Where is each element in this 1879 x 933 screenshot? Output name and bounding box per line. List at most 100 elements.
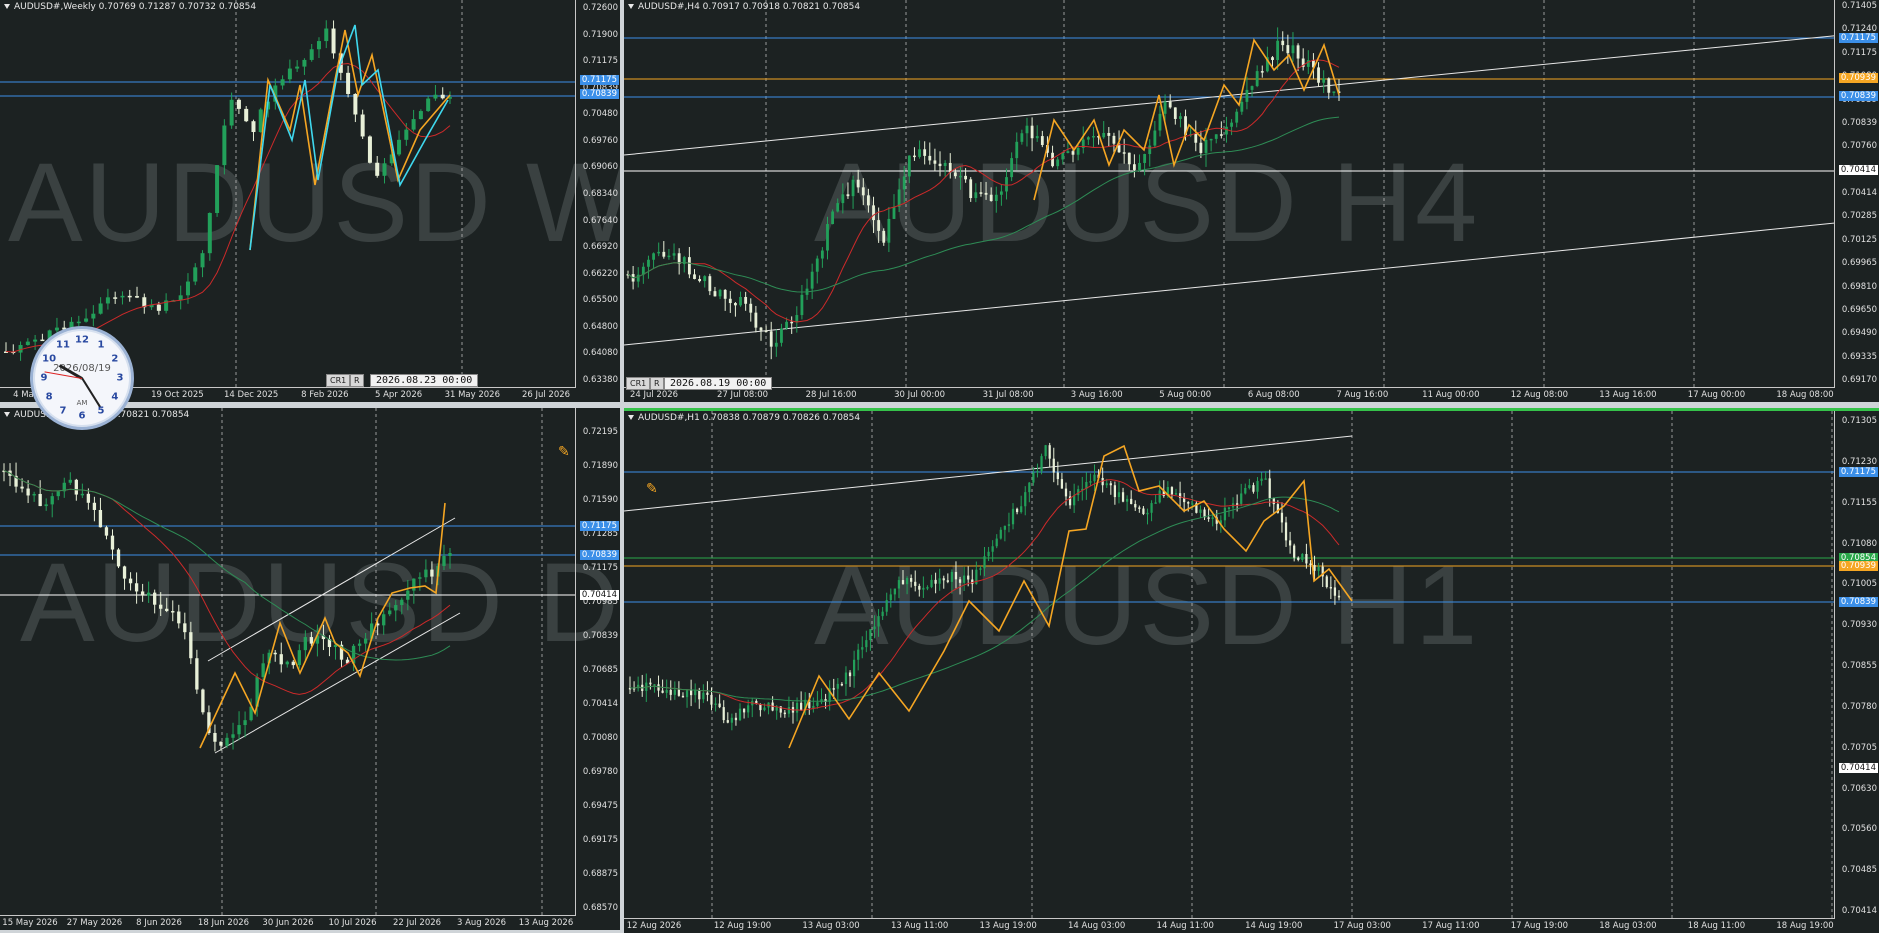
time-scale-h1[interactable]: 12 Aug 2026 12 Aug 19:00 13 Aug 03:00 13 Au…: [624, 918, 1835, 933]
clock-number: 2: [111, 353, 119, 365]
candle-body: [1260, 478, 1263, 481]
chart-content-group: [626, 27, 1341, 360]
time-label: 12 Aug 08:00: [1510, 390, 1569, 400]
candle-body: [913, 155, 916, 158]
price-level-tag: 0.71175: [1838, 467, 1878, 477]
candle-body: [1288, 540, 1292, 546]
time-label: 13 Aug 2026: [518, 918, 574, 928]
candle-body: [110, 535, 115, 550]
candle-body: [881, 611, 884, 617]
candle-body: [219, 741, 223, 746]
candle-body: [861, 187, 865, 196]
candle-body: [706, 692, 709, 695]
price-label: 0.70930: [1841, 620, 1877, 631]
candle-body: [1264, 478, 1267, 480]
price-label: 0.69810: [1841, 281, 1877, 292]
time-label: 17 Aug 00:00: [1687, 390, 1746, 400]
candle-body: [933, 160, 937, 164]
candle-body: [189, 632, 193, 659]
candle-body: [146, 592, 151, 596]
price-label: 0.71305: [1841, 416, 1877, 426]
pencil-tool-icon[interactable]: ✎: [558, 444, 570, 460]
price-label: 0.63380: [582, 375, 618, 385]
candle-body: [979, 568, 982, 570]
candle-body: [959, 175, 962, 178]
candle-body: [1061, 153, 1065, 160]
price-scale-h4[interactable]: 0.714050.712400.711750.710800.709390.708…: [1834, 0, 1879, 388]
price-label: 0.70485: [1841, 865, 1877, 876]
candle-body: [1107, 132, 1111, 136]
candle-body: [1173, 107, 1177, 119]
pencil-tool-icon-h1[interactable]: ✎: [646, 481, 658, 497]
clock-number: 9: [40, 372, 48, 384]
moving-average-green: [627, 116, 1340, 293]
candle-body: [694, 690, 697, 696]
r-button-w1[interactable]: R: [350, 374, 364, 387]
candle-body: [1011, 508, 1015, 525]
candle-body: [50, 496, 54, 505]
candle-body: [92, 502, 97, 510]
candle-body: [222, 125, 227, 166]
moving-average-green: [3, 470, 451, 661]
chart-panel-h4[interactable]: AUDUSD H4 AUDUSD#,H4 0.70917 0.70918 0.7…: [624, 0, 1879, 402]
cr1-button-w1[interactable]: CR1: [326, 374, 351, 387]
time-scale-d1[interactable]: 15 May 2026 27 May 2026 8 Jun 2026 18 Jun 2…: [0, 915, 576, 930]
candle-body: [865, 640, 868, 648]
candle-body: [971, 579, 974, 585]
candle-body: [1301, 554, 1304, 560]
chart-canvas-h1[interactable]: [624, 411, 1835, 919]
candle-body: [1024, 492, 1027, 507]
candle-body: [964, 175, 968, 180]
time-label: 30 Jul 00:00: [894, 390, 946, 400]
price-scale-d1[interactable]: 0.72195 0.71890 0.71590 0.71285 0.71175 0.709…: [575, 408, 620, 916]
price-scale-w1[interactable]: 0.72600 0.71900 0.71175 0.70839 0.70480 0.697…: [575, 0, 620, 388]
time-scale-h4[interactable]: 24 Jul 2026 27 Jul 08:00 28 Jul 16:00 30 Ju…: [624, 387, 1835, 402]
price-label: 0.70125: [1841, 234, 1877, 245]
chart-canvas-d1[interactable]: [0, 408, 576, 916]
candle-body: [331, 28, 336, 54]
price-label: 0.69175: [582, 835, 618, 845]
cr1-button-h4[interactable]: CR1: [626, 377, 651, 390]
price-level-tag: 0.70839: [579, 89, 619, 99]
chart-canvas-h4[interactable]: [624, 0, 1835, 388]
clock-number: 10: [42, 353, 57, 365]
candle-body: [754, 312, 758, 328]
clock-number: 7: [59, 405, 67, 417]
candle-body: [907, 155, 911, 177]
candle-body: [938, 578, 941, 584]
price-label: 0.70705: [1841, 742, 1877, 753]
candle-body: [769, 331, 773, 347]
candle-body: [135, 296, 140, 298]
r-button-h4[interactable]: R: [650, 377, 664, 390]
candle-body: [967, 575, 970, 580]
analog-clock-widget[interactable]: 2026/08/19 AM 12 1 2 3 4 5 6 7 8 9 10 11: [30, 326, 134, 430]
candle-body: [1150, 503, 1153, 513]
candle-body: [934, 579, 937, 584]
chart-panel-d1[interactable]: AUDUSD D1 AUDUSD# 4 0.71191 0.70821 0.70…: [0, 408, 620, 930]
candle-body: [113, 297, 118, 299]
candle-body: [958, 579, 962, 583]
clock-number: 6: [78, 410, 86, 422]
candle-body: [1142, 508, 1145, 515]
candle-body: [926, 587, 929, 589]
candle-body: [442, 555, 446, 566]
price-scale-h1[interactable]: 0.71305 0.71230 0.71155 0.71080 0.71005 0.709…: [1834, 411, 1879, 919]
candle-body: [1317, 566, 1320, 571]
candle-body: [91, 313, 96, 319]
datetime-label-w1: 2026.08.23 00:00: [370, 374, 479, 387]
time-label: 11 Aug 00:00: [1422, 390, 1480, 400]
price-label: 0.70414: [582, 699, 618, 709]
candle-body: [346, 72, 351, 94]
time-label: 27 Jul 08:00: [717, 390, 769, 400]
candle-body: [1127, 152, 1131, 165]
datetime-label-h4: 2026.08.19 00:00: [664, 377, 773, 390]
price-level-tag: 0.70839: [1838, 91, 1878, 101]
clock-number: 11: [56, 339, 70, 351]
candle-body: [1153, 130, 1157, 146]
candle-body: [718, 703, 721, 708]
candle-body: [251, 121, 256, 133]
candle-body: [892, 206, 896, 219]
chart-panel-h1[interactable]: AUDUSD H1 AUDUSD#,H1 0.70838 0.70879 0.7…: [624, 408, 1879, 933]
candle-body: [1015, 141, 1019, 159]
candle-body: [780, 328, 783, 343]
